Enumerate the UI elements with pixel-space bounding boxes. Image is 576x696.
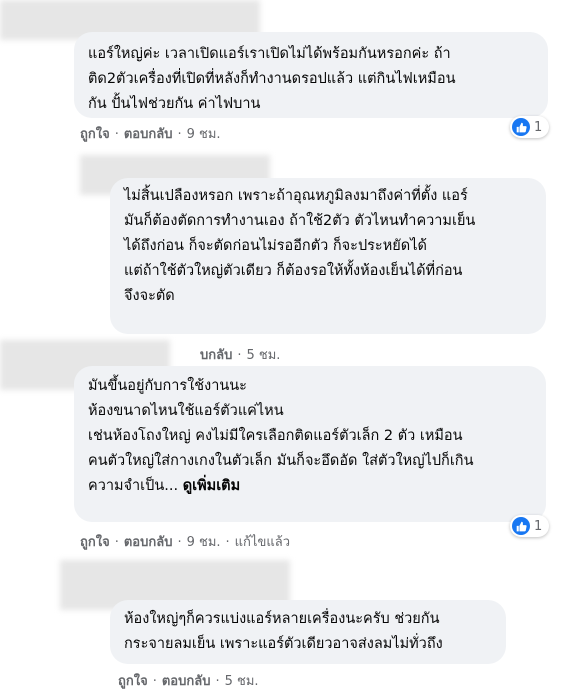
reaction-count: 1 xyxy=(534,518,543,534)
thumbs-up-icon xyxy=(512,118,530,136)
reply-link[interactable]: ตอบกลับ xyxy=(162,674,211,689)
comment-text-line: จึงจะตัด xyxy=(124,288,175,304)
comment-bubble-4: ห้องใหญ่ๆก็ควรแบ่งแอร์หลายเครื่องนะครับ … xyxy=(110,600,506,664)
comment-actions-2: บกลับ · 5 ชม. xyxy=(200,348,281,363)
reply-link[interactable]: ตอบกลับ xyxy=(124,535,173,550)
comment-text-line: ห้องขนาดไหนใช้แอร์ตัวแค่ไหน xyxy=(88,403,284,419)
like-link[interactable]: ถูกใจ xyxy=(80,535,110,550)
edited-label[interactable]: แก้ไขแล้ว xyxy=(235,535,290,550)
comment-text-truncated: ความจำเป็น... xyxy=(88,478,179,494)
comment-timestamp[interactable]: 9 ชม. xyxy=(187,127,221,142)
reaction-summary-1[interactable]: 1 xyxy=(510,116,550,138)
comment-text-line: ความจำเป็น... ดูเพิ่มเติม xyxy=(88,474,532,499)
comment-text-line: ไม่สิ้นเปลืองหรอก เพราะถ้าอุณหภูมิลงมาถึ… xyxy=(124,188,468,204)
comment-text-line: กระจายลมเย็น เพราะแอร์ตัวเดียวอาจส่งลมไม… xyxy=(124,636,443,652)
comment-bubble-3: มันขึ้นอยู่กับการใช้งานนะ ห้องขนาดไหนใช้… xyxy=(74,366,546,522)
comment-timestamp[interactable]: 5 ชม. xyxy=(246,348,280,363)
comment-text-line: ติด2ตัวเครื่องที่เปิดที่หลังก็ทำงานดรอปแ… xyxy=(88,71,456,87)
comment-text-line: เช่นห้องโถงใหญ่ คงไม่มีใครเลือกติดแอร์ตั… xyxy=(88,428,463,444)
comment-bubble-1: แอร์ใหญ่ค่ะ เวลาเปิดแอร์เราเปิดไม่ได้พร้… xyxy=(74,32,548,118)
reaction-summary-3[interactable]: 1 xyxy=(510,515,550,537)
like-link[interactable]: ถูกใจ xyxy=(118,674,148,689)
comment-text-line: มันก็ต้องตัดการทำงานเอง ถ้าใช้2ตัว ตัวไห… xyxy=(124,213,476,229)
see-more-link[interactable]: ดูเพิ่มเติม xyxy=(183,478,240,494)
comment-text-line: กัน ปั้นไฟช่วยกัน ค่าไฟบาน xyxy=(88,96,261,112)
reply-link[interactable]: บกลับ xyxy=(200,348,232,363)
reply-link[interactable]: ตอบกลับ xyxy=(124,127,173,142)
like-link[interactable]: ถูกใจ xyxy=(80,127,110,142)
comment-actions-1: ถูกใจ · ตอบกลับ · 9 ชม. xyxy=(80,127,221,142)
comment-bubble-2: ไม่สิ้นเปลืองหรอก เพราะถ้าอุณหภูมิลงมาถึ… xyxy=(110,178,546,334)
comment-text-line: ได้ถึงก่อน ก็จะตัดก่อนไม่รออีกตัว ก็จะปร… xyxy=(124,238,427,254)
comment-timestamp[interactable]: 9 ชม. xyxy=(187,535,221,550)
comment-text-line: คนตัวใหญ่ใส่กางเกงในตัวเล็ก มันก็จะอึดอั… xyxy=(88,453,474,469)
thumbs-up-icon xyxy=(512,517,530,535)
comment-text-line: มันขึ้นอยู่กับการใช้งานนะ xyxy=(88,378,247,394)
comment-actions-3: ถูกใจ · ตอบกลับ · 9 ชม. · แก้ไขแล้ว xyxy=(80,535,290,550)
comment-actions-4: ถูกใจ · ตอบกลับ · 5 ชม. xyxy=(118,674,259,689)
comment-text-line: ห้องใหญ่ๆก็ควรแบ่งแอร์หลายเครื่องนะครับ … xyxy=(124,611,440,627)
comment-timestamp[interactable]: 5 ชม. xyxy=(225,674,259,689)
comment-text-line: แอร์ใหญ่ค่ะ เวลาเปิดแอร์เราเปิดไม่ได้พร้… xyxy=(88,46,451,62)
comment-text-line: แต่ถ้าใช้ตัวใหญ่ตัวเดียว ก็ต้องรอให้ทั้ง… xyxy=(124,263,463,279)
reaction-count: 1 xyxy=(534,119,543,135)
